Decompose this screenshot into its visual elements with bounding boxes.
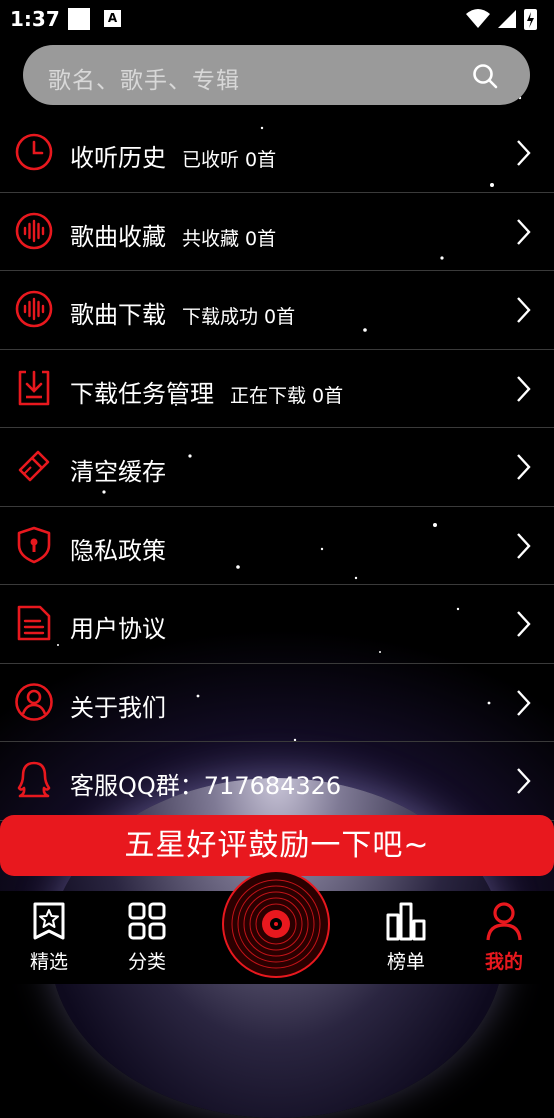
menu-subtitle: 共收藏 0首 <box>182 227 277 250</box>
menu-title: 下载任务管理 <box>70 379 214 408</box>
chevron-right-icon <box>517 768 531 794</box>
chevron-right-icon <box>517 611 531 637</box>
chevron-right-icon <box>517 454 531 480</box>
system-status-icons <box>466 9 537 30</box>
rate-five-star-button[interactable]: 五星好评鼓励一下吧~ <box>0 815 554 876</box>
grid-icon <box>128 902 166 940</box>
tab-label: 分类 <box>127 951 166 973</box>
person-icon <box>486 902 522 941</box>
tab-featured[interactable]: 精选 <box>19 901 79 974</box>
menu-title: 隐私政策 <box>70 536 166 565</box>
menu-title: 用户协议 <box>70 615 166 643</box>
tab-charts[interactable]: 榜单 <box>376 901 436 974</box>
broom-icon <box>18 450 50 482</box>
menu-title: 歌曲收藏 <box>70 222 166 251</box>
menu-title: 清空缓存 <box>70 458 166 486</box>
chevron-right-icon <box>517 689 531 716</box>
menu-title: 收听历史 <box>70 144 166 172</box>
tab-categories[interactable]: 分类 <box>117 901 177 974</box>
document-icon <box>17 605 51 641</box>
qq-icon <box>17 761 51 798</box>
tab-label: 精选 <box>29 951 68 973</box>
chevron-right-icon <box>517 297 531 323</box>
menu-subtitle: 下载成功 0首 <box>182 306 296 328</box>
chevron-right-icon <box>517 532 531 559</box>
menu-item-download-tasks[interactable]: 下载任务管理 正在下载 0首 <box>0 350 554 428</box>
tab-mine[interactable]: 我的 <box>474 901 534 974</box>
disc-icon <box>231 879 321 969</box>
chart-icon <box>386 902 426 941</box>
chevron-right-icon <box>517 140 531 166</box>
chevron-right-icon <box>517 375 531 402</box>
search-placeholder: 歌名、歌手、专辑 <box>48 68 240 94</box>
menu-item-user-agreement[interactable]: 用户协议 <box>0 585 554 664</box>
menu-item-favorites[interactable]: 歌曲收藏 共收藏 0首 <box>0 193 554 271</box>
star-badge-icon <box>33 902 65 940</box>
chevron-right-icon <box>517 218 531 245</box>
download-icon <box>15 290 53 328</box>
menu-item-history[interactable]: 收听历史 已收听 0首 <box>0 114 554 193</box>
menu-subtitle: 已收听 0首 <box>182 149 277 171</box>
tab-label: 我的 <box>484 951 523 973</box>
user-icon <box>15 682 53 721</box>
menu-item-downloads[interactable]: 歌曲下载 下载成功 0首 <box>0 271 554 350</box>
shield-icon <box>17 526 51 563</box>
now-playing-disc-button[interactable] <box>222 870 330 978</box>
search-bar[interactable]: 歌名、歌手、专辑 <box>23 45 530 105</box>
menu-item-clear-cache[interactable]: 清空缓存 <box>0 428 554 507</box>
notification-square-icon <box>68 8 90 30</box>
menu-subtitle: 正在下载 0首 <box>230 384 344 407</box>
download-tasks-icon <box>18 370 50 405</box>
status-time: 1:37 <box>10 7 60 31</box>
menu-title: 歌曲下载 <box>70 301 166 329</box>
tab-label: 榜单 <box>386 951 425 973</box>
wifi-icon <box>466 9 490 28</box>
clock-icon <box>15 133 53 171</box>
menu-item-qq-group[interactable]: 客服QQ群：717684326 <box>0 742 554 821</box>
status-bar: 1:37 A <box>0 0 554 38</box>
menu-title: 客服QQ群：717684326 <box>70 772 342 800</box>
favorites-icon <box>15 212 53 249</box>
menu-list: 收听历史 已收听 0首 歌曲收藏 共收藏 0首 歌曲下载 下载成功 0首 下载任务管理… <box>0 114 554 821</box>
menu-title: 关于我们 <box>70 693 166 722</box>
search-icon[interactable] <box>472 63 498 89</box>
signal-icon <box>498 10 516 28</box>
notification-app-icon: A <box>104 10 121 27</box>
menu-item-about-us[interactable]: 关于我们 <box>0 664 554 742</box>
menu-item-privacy-policy[interactable]: 隐私政策 <box>0 507 554 585</box>
